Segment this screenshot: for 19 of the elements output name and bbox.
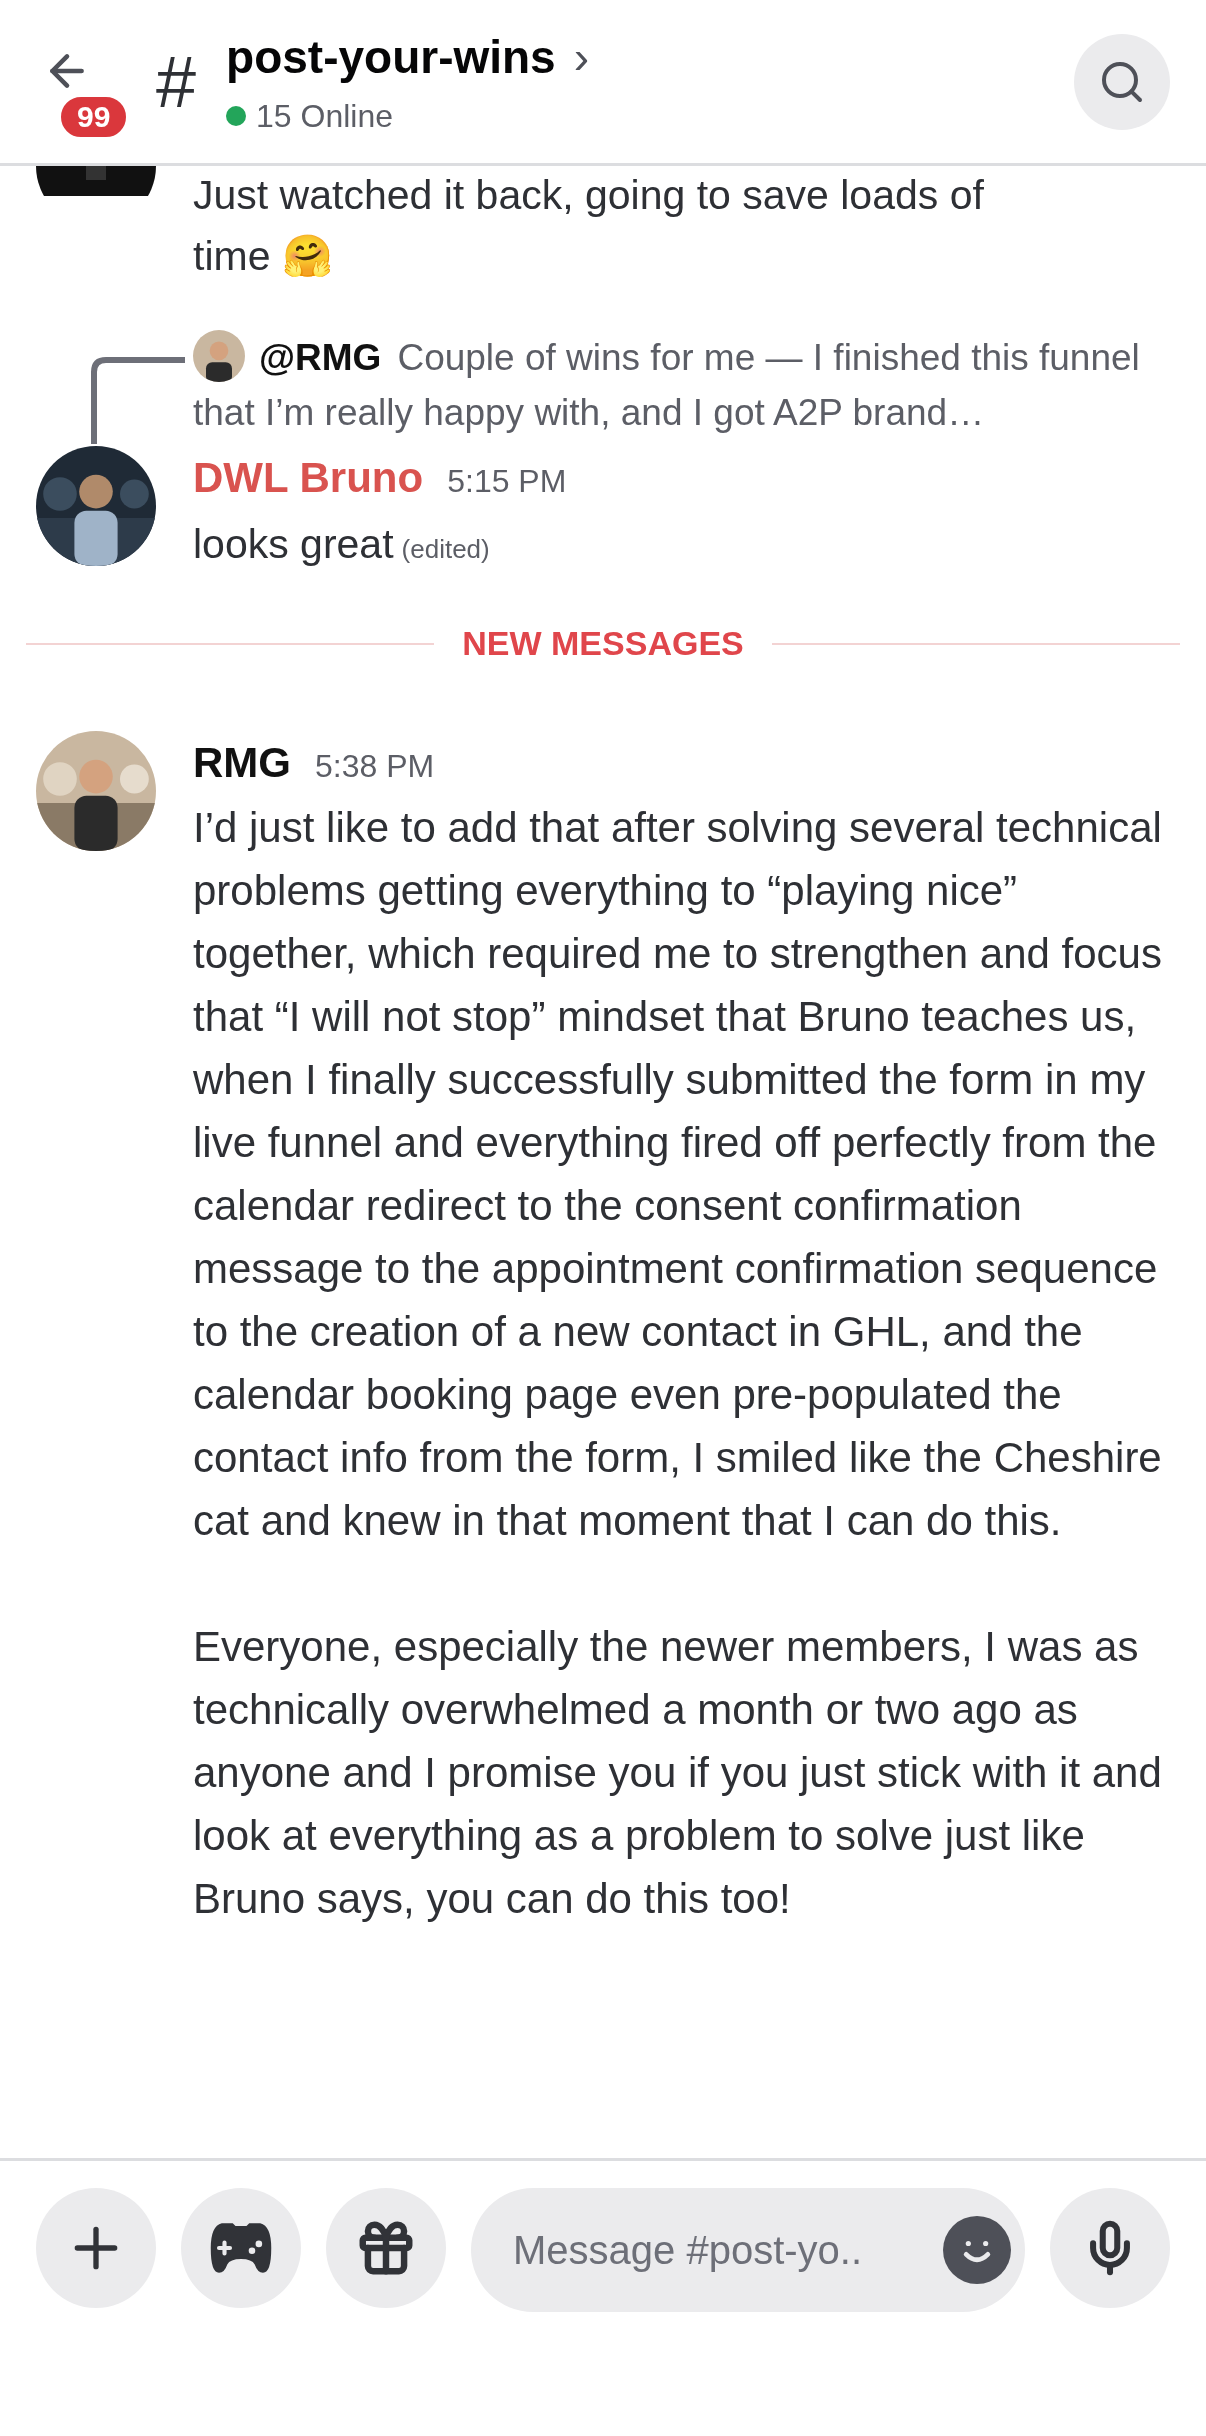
message-text: Just watched it back, going to save loads of	[193, 171, 984, 220]
online-count: 15 Online	[256, 97, 394, 136]
author-name[interactable]: RMG	[193, 731, 291, 794]
channel-hash: #	[156, 45, 197, 118]
channel-name[interactable]: post-your-wins	[226, 23, 556, 92]
message-input[interactable]: Message #post-yo..	[513, 2220, 943, 2280]
author-name[interactable]: DWL Bruno	[193, 446, 424, 509]
edited-label: (edited)	[401, 533, 490, 566]
timestamp: 5:38 PM	[315, 747, 435, 786]
reply-preview[interactable]: @RMG Couple of wins for me — I finished this funnel that I’m really happy with, and I got A2P brand…	[193, 330, 1186, 440]
timestamp: 5:15 PM	[447, 462, 567, 501]
chevron-icon[interactable]: ›	[573, 23, 590, 92]
message-text: time 🤗	[193, 232, 334, 281]
message-field[interactable]: Message #post-yo..	[471, 2188, 1025, 2312]
message-text: Everyone, especially the newer members, I was as technically overwhelmed a month or two ago as anyone and I promise you if you just stick with it and look at everything as a problem to solve just like Bruno says, you can do this too!	[193, 1622, 1163, 1924]
message-text: looks great	[193, 520, 394, 569]
new-messages-label: NEW MESSAGES	[462, 623, 744, 664]
message-text: I’d just like to add that after solving several technical problems getting everything to “playing nice” together, which required me to strengthen and focus that “I will not stop” mindset that Bruno teaches us, when I finally successfully submitted the form in my live funnel and everything fired off perfectly from the calendar redirect to the consent confirmation message to the appointment confirmation sequence to the creation of a new contact in GHL, and the calendar booking page even pre-populated the contact info from the form, I smiled like the Cheshire cat and knew in that moment that I can do this.	[193, 803, 1163, 1546]
gamepad-icon	[208, 2220, 274, 2276]
